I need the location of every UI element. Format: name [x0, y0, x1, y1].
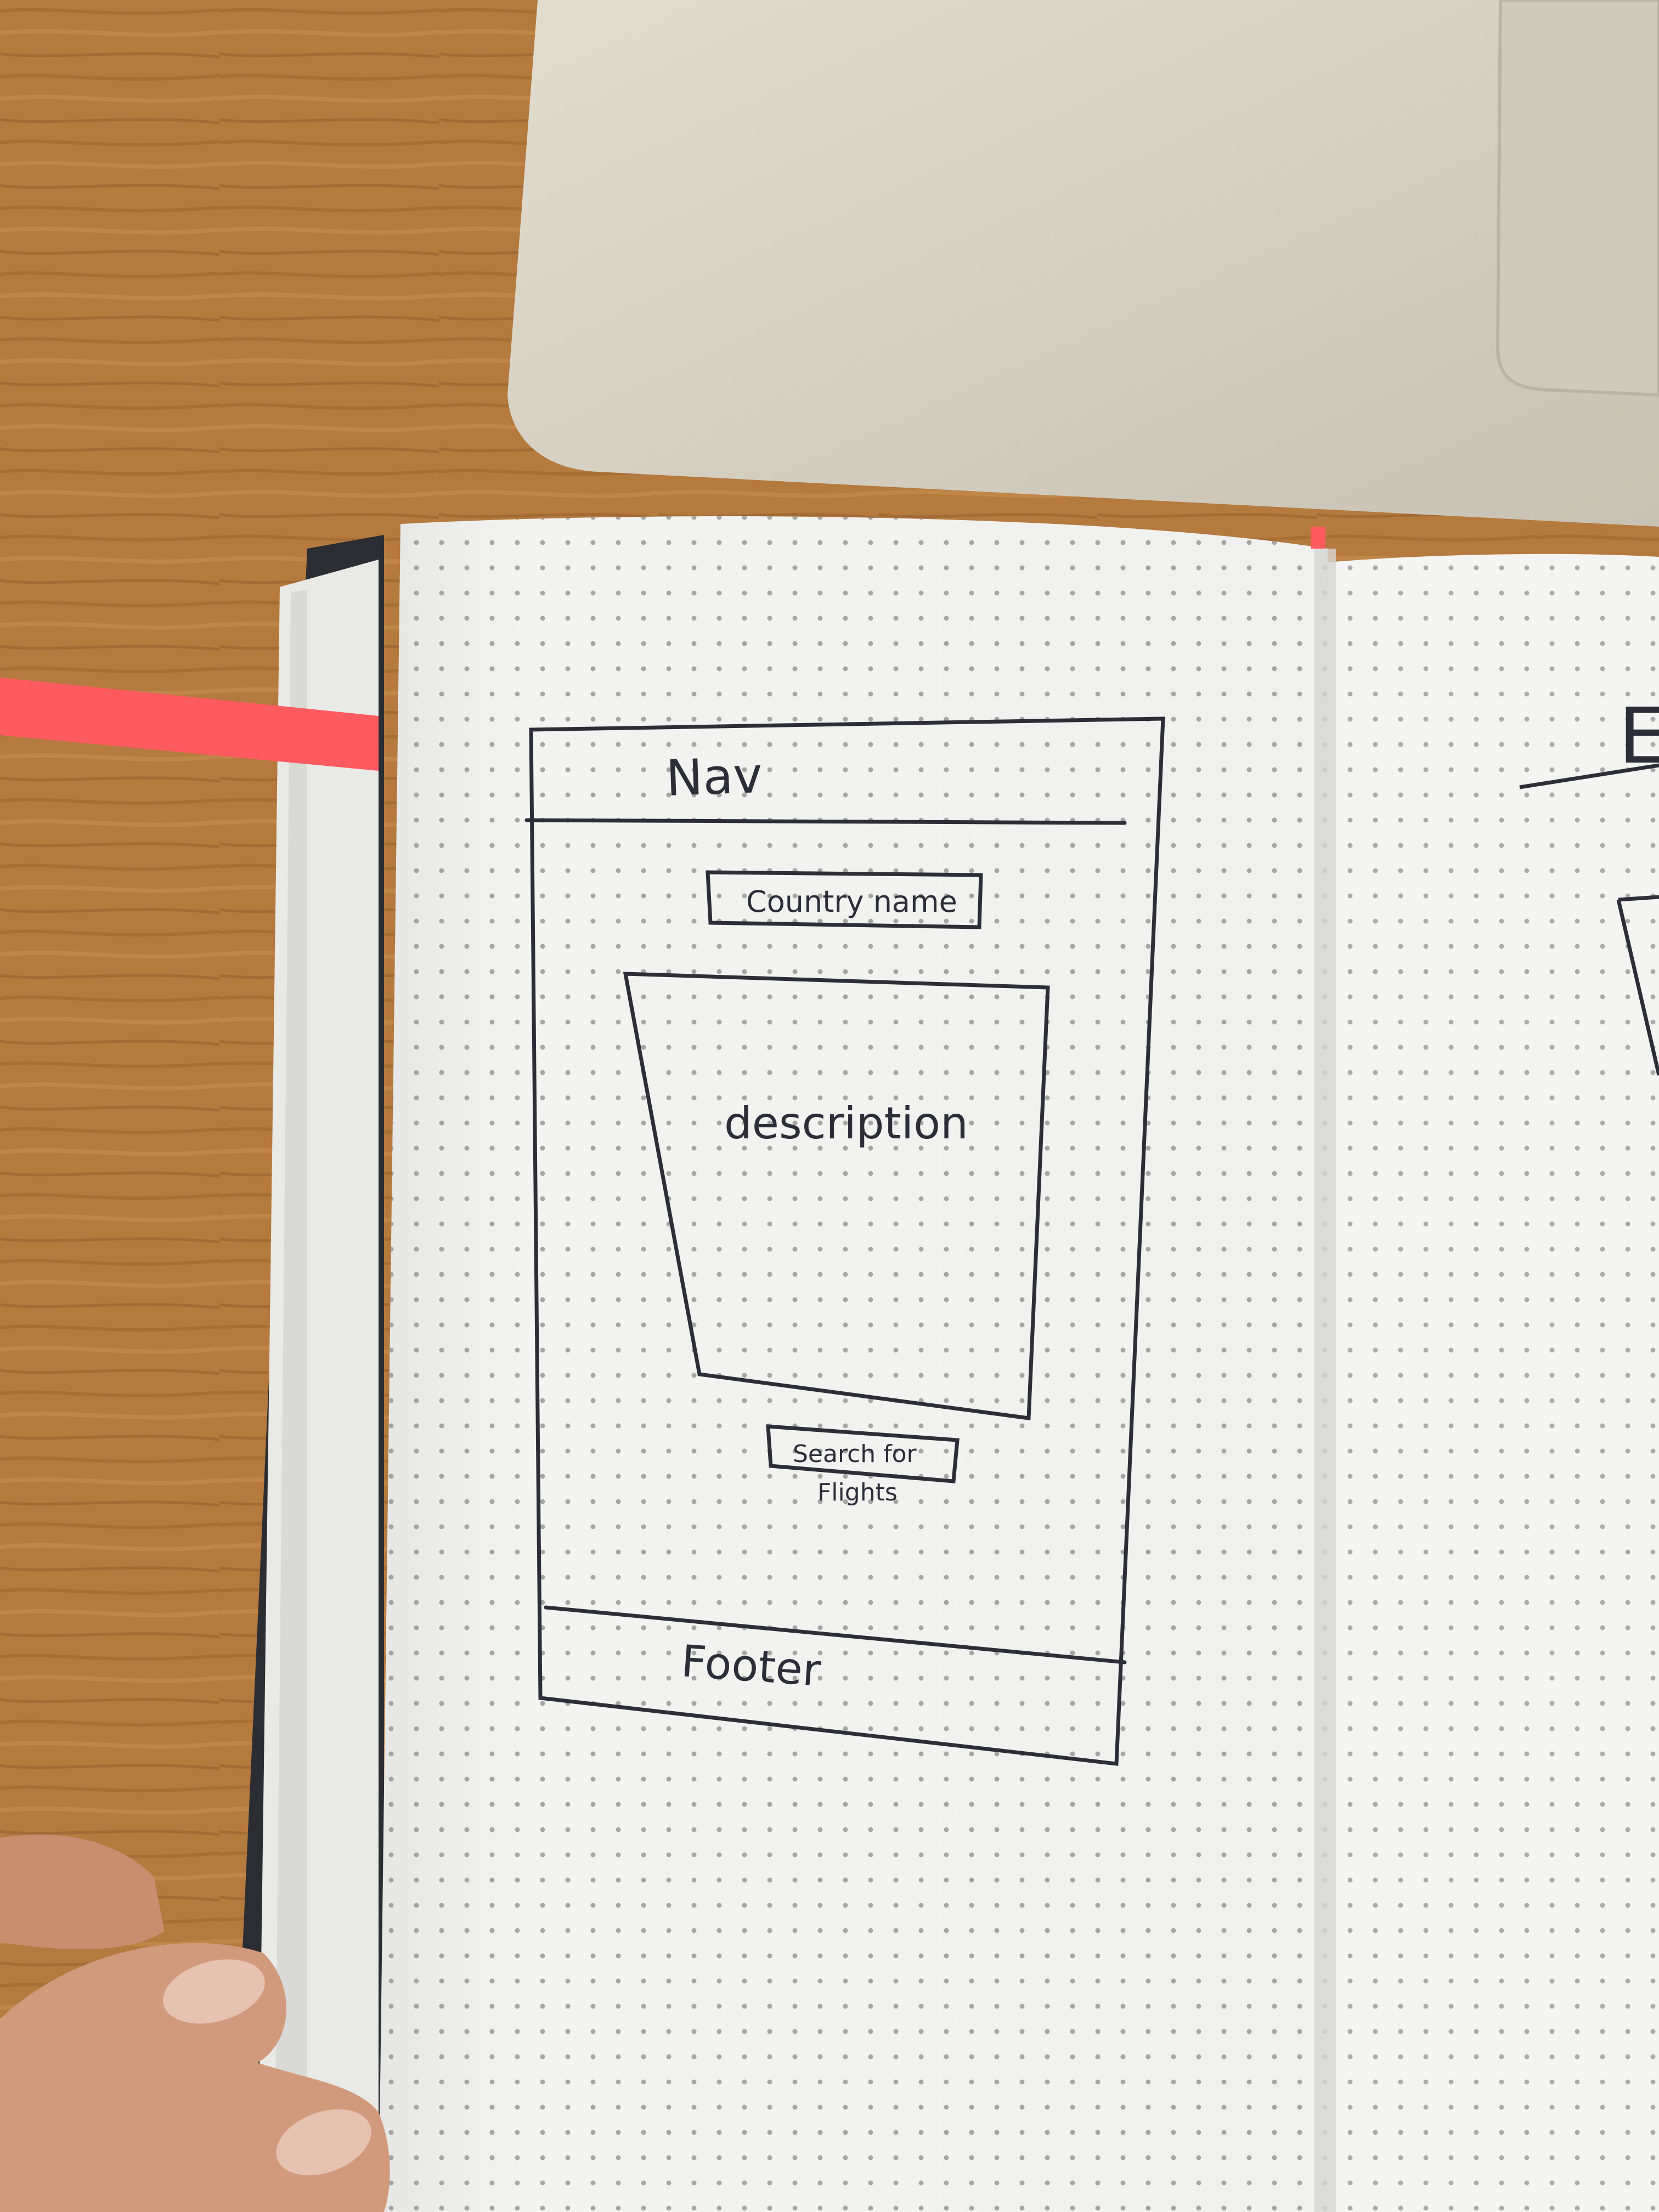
ribbon-end	[1311, 527, 1325, 549]
country-name-label: Country name	[746, 884, 957, 919]
right-page-letter: E	[1618, 692, 1659, 781]
description-label: description	[724, 1098, 968, 1149]
notebook	[230, 516, 1659, 2212]
nav-label: Nav	[665, 747, 763, 808]
nav-divider	[524, 818, 1127, 825]
footer-label: Footer	[680, 1635, 823, 1696]
laptop	[507, 0, 1659, 527]
search-button-label-line2: Flights	[817, 1479, 898, 1506]
search-button-label-line1: Search for	[793, 1440, 917, 1468]
photo-scene: Nav Country name description Search for …	[0, 0, 1659, 2212]
